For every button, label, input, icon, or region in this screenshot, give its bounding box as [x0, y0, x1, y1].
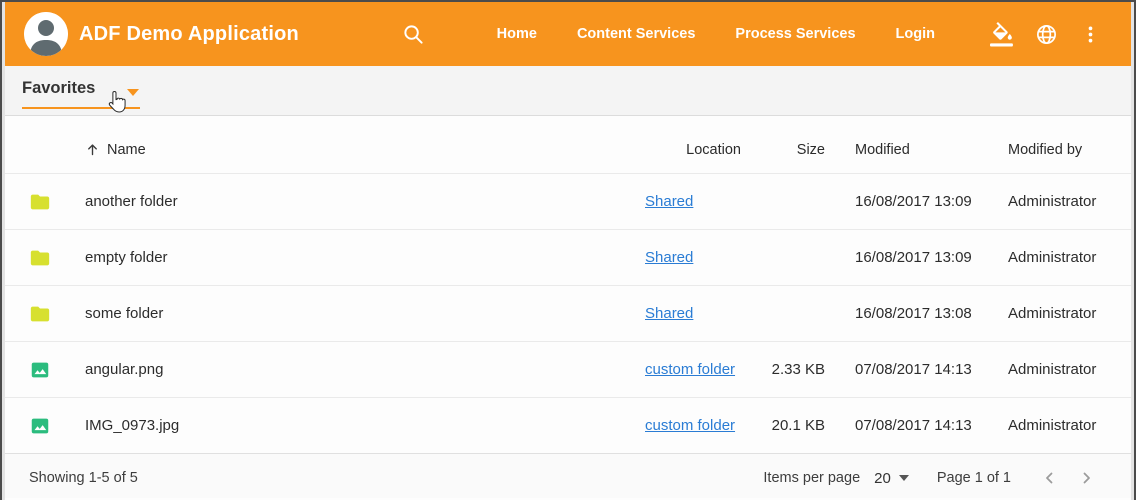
folder-icon [29, 191, 85, 213]
cell-name: angular.png [85, 361, 645, 378]
table-header-row: Name Location Size Modified Modified by [5, 116, 1131, 173]
cell-modified: 16/08/2017 13:08 [855, 305, 1008, 322]
language-globe-icon[interactable] [1033, 21, 1059, 47]
table-row[interactable]: angular.png custom folder 2.33 KB 07/08/… [5, 341, 1131, 397]
cell-location-link[interactable]: Shared [645, 305, 693, 322]
previous-page-button[interactable] [1039, 467, 1061, 489]
sort-ascending-arrow-icon [85, 142, 100, 157]
cell-name: IMG_0973.jpg [85, 417, 645, 434]
cell-size: 2.33 KB [741, 361, 825, 378]
app-title: ADF Demo Application [79, 23, 299, 46]
select-caret-icon [899, 475, 909, 481]
column-header-size[interactable]: Size [741, 142, 825, 158]
cell-location-link[interactable]: Shared [645, 249, 693, 266]
table-row[interactable]: some folder Shared 16/08/2017 13:08 Admi… [5, 285, 1131, 341]
cell-modified: 07/08/2017 14:13 [855, 417, 1008, 434]
more-vert-icon[interactable] [1077, 21, 1103, 47]
cell-name: some folder [85, 305, 645, 322]
chevron-left-icon [1041, 469, 1059, 487]
nav-process-services[interactable]: Process Services [735, 26, 855, 42]
view-selector-bar: Favorites [5, 66, 1131, 116]
app-window-body: ADF Demo Application Home Content Servic… [2, 2, 1134, 500]
cell-name: empty folder [85, 249, 645, 266]
column-header-location[interactable]: Location [645, 142, 741, 158]
cell-modified-by: Administrator [1008, 305, 1107, 322]
app-window: ADF Demo Application Home Content Servic… [0, 0, 1136, 500]
cell-modified-by: Administrator [1008, 361, 1107, 378]
nav-login[interactable]: Login [896, 26, 935, 42]
user-avatar[interactable] [24, 12, 68, 56]
favorites-dropdown-label[interactable]: Favorites [22, 79, 95, 98]
document-list: Name Location Size Modified Modified by … [5, 116, 1131, 453]
search-icon[interactable] [401, 21, 427, 47]
theme-color-fill-icon[interactable] [989, 21, 1015, 47]
person-icon [24, 12, 68, 56]
folder-icon [29, 247, 85, 269]
cell-location-link[interactable]: Shared [645, 193, 693, 210]
items-per-page-select[interactable]: 20 [874, 470, 909, 487]
main-nav: Home Content Services Process Services L… [457, 26, 935, 42]
next-page-button[interactable] [1075, 467, 1097, 489]
table-row[interactable]: IMG_0973.jpg custom folder 20.1 KB 07/08… [5, 397, 1131, 453]
cell-modified-by: Administrator [1008, 193, 1107, 210]
image-file-icon [29, 359, 85, 381]
cell-modified: 07/08/2017 14:13 [855, 361, 1008, 378]
cell-location-link[interactable]: custom folder [645, 361, 735, 378]
cell-location-link[interactable]: custom folder [645, 417, 735, 434]
showing-range-label: Showing 1-5 of 5 [29, 470, 138, 486]
app-header: ADF Demo Application Home Content Servic… [5, 2, 1131, 66]
table-row[interactable]: empty folder Shared 16/08/2017 13:09 Adm… [5, 229, 1131, 285]
table-row[interactable]: another folder Shared 16/08/2017 13:09 A… [5, 173, 1131, 229]
cell-modified: 16/08/2017 13:09 [855, 193, 1008, 210]
chevron-right-icon [1077, 469, 1095, 487]
cell-size: 20.1 KB [741, 417, 825, 434]
column-header-modified-by[interactable]: Modified by [1008, 142, 1107, 158]
column-header-name[interactable]: Name [85, 142, 645, 158]
cell-name: another folder [85, 193, 645, 210]
cell-modified: 16/08/2017 13:09 [855, 249, 1008, 266]
cell-modified-by: Administrator [1008, 249, 1107, 266]
column-header-modified[interactable]: Modified [855, 142, 1008, 158]
nav-content-services[interactable]: Content Services [577, 26, 695, 42]
image-file-icon [29, 415, 85, 437]
items-per-page-label: Items per page [763, 470, 860, 486]
header-action-icons [971, 21, 1103, 47]
page-status-label: Page 1 of 1 [937, 470, 1011, 486]
folder-icon [29, 303, 85, 325]
pagination-bar: Showing 1-5 of 5 Items per page 20 Page … [5, 453, 1131, 498]
cell-modified-by: Administrator [1008, 417, 1107, 434]
nav-home[interactable]: Home [497, 26, 537, 42]
chevron-down-icon[interactable] [127, 89, 139, 96]
mouse-hand-cursor [105, 90, 127, 114]
